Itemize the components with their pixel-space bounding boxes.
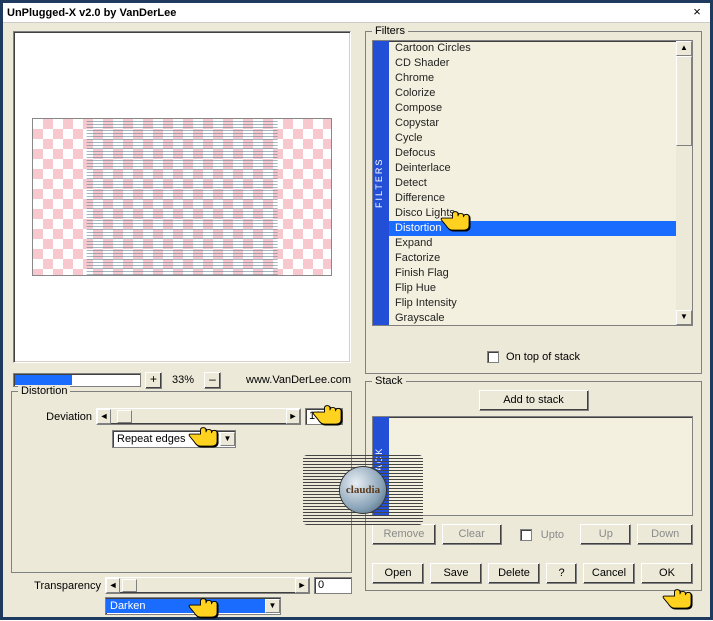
slider-left-icon[interactable]: ◄ xyxy=(97,409,111,424)
chevron-down-icon: ▼ xyxy=(220,432,235,446)
filter-item[interactable]: Finish Flag xyxy=(389,266,676,281)
zoom-percent: 33% xyxy=(166,374,200,386)
filter-item[interactable]: Disco Lights xyxy=(389,206,676,221)
deviation-value[interactable]: 10 xyxy=(305,408,343,425)
blend-mode-select[interactable]: Darken ▼ xyxy=(105,597,281,615)
watermark-text: claudia xyxy=(346,484,380,496)
filter-item[interactable]: Colorize xyxy=(389,86,676,101)
transparency-slider[interactable]: ◄ ► xyxy=(105,577,310,594)
down-button[interactable]: Down xyxy=(637,524,693,545)
vendor-link[interactable]: www.VanDerLee.com xyxy=(246,374,351,386)
titlebar: UnPlugged-X v2.0 by VanDerLee × xyxy=(3,3,710,23)
ok-button[interactable]: OK xyxy=(641,563,693,584)
edge-mode-select[interactable]: Repeat edges ▼ xyxy=(112,430,236,448)
filters-items[interactable]: Cartoon CirclesCD ShaderChromeColorizeCo… xyxy=(389,41,676,325)
add-to-stack-button[interactable]: Add to stack xyxy=(479,390,589,411)
dialog-buttons: Open Save Delete ? Cancel OK xyxy=(372,563,693,584)
filter-item[interactable]: Distortion xyxy=(389,221,676,236)
window: UnPlugged-X v2.0 by VanDerLee × + 33% – … xyxy=(0,0,713,620)
transparency-value[interactable]: 0 xyxy=(314,577,352,594)
slider-right-icon[interactable]: ► xyxy=(295,578,309,593)
preview-area xyxy=(13,31,351,363)
blend-mode-value: Darken xyxy=(106,599,265,613)
deviation-label: Deviation xyxy=(30,411,92,423)
filter-item[interactable]: Difference xyxy=(389,191,676,206)
distortion-overlay xyxy=(87,119,278,275)
stack-group-label: Stack xyxy=(372,375,406,387)
preview-image xyxy=(32,118,332,276)
cancel-button[interactable]: Cancel xyxy=(583,563,635,584)
slider-right-icon[interactable]: ► xyxy=(286,409,300,424)
filter-item[interactable]: Grayscale xyxy=(389,311,676,325)
filter-item[interactable]: Defocus xyxy=(389,146,676,161)
distortion-group-label: Distortion xyxy=(18,385,70,397)
zoom-plus-button[interactable]: + xyxy=(145,372,162,389)
filter-item[interactable]: Expand xyxy=(389,236,676,251)
chevron-down-icon: ▼ xyxy=(265,599,280,613)
filter-item[interactable]: Compose xyxy=(389,101,676,116)
clear-button[interactable]: Clear xyxy=(442,524,502,545)
edge-mode-value: Repeat edges xyxy=(113,432,220,446)
slider-left-icon[interactable]: ◄ xyxy=(106,578,120,593)
on-top-row: On top of stack xyxy=(366,351,701,363)
help-button[interactable]: ? xyxy=(546,563,577,584)
filter-item[interactable]: CD Shader xyxy=(389,56,676,71)
scroll-thumb[interactable] xyxy=(676,56,692,146)
save-button[interactable]: Save xyxy=(430,563,482,584)
filters-side-label: FILTERS xyxy=(373,41,389,325)
upto-label: Upto xyxy=(538,529,574,541)
deviation-slider[interactable]: ◄ ► xyxy=(96,408,301,425)
window-title: UnPlugged-X v2.0 by VanDerLee xyxy=(7,7,688,19)
filter-item[interactable]: Flip Hue xyxy=(389,281,676,296)
on-top-label: On top of stack xyxy=(506,351,580,363)
filter-item[interactable]: Deinterlace xyxy=(389,161,676,176)
filter-item[interactable]: Copystar xyxy=(389,116,676,131)
filter-item[interactable]: Flip Intensity xyxy=(389,296,676,311)
scroll-up-icon[interactable]: ▲ xyxy=(676,41,692,56)
filters-group-label: Filters xyxy=(372,25,408,37)
transparency-label: Transparency xyxy=(11,580,101,592)
distortion-group: Distortion Deviation ◄ ► 10 Repeat edges… xyxy=(11,391,352,573)
filter-item[interactable]: Cycle xyxy=(389,131,676,146)
scroll-down-icon[interactable]: ▼ xyxy=(676,310,692,325)
open-button[interactable]: Open xyxy=(372,563,424,584)
filter-item[interactable]: Detect xyxy=(389,176,676,191)
upto-checkbox[interactable] xyxy=(520,529,532,541)
filter-item[interactable]: Factorize xyxy=(389,251,676,266)
filter-item[interactable]: Chrome xyxy=(389,71,676,86)
up-button[interactable]: Up xyxy=(580,524,631,545)
transparency-row: Transparency ◄ ► 0 Darken ▼ xyxy=(11,577,352,615)
delete-button[interactable]: Delete xyxy=(488,563,540,584)
filter-item[interactable]: Cartoon Circles xyxy=(389,41,676,56)
filters-list[interactable]: FILTERS Cartoon CirclesCD ShaderChromeCo… xyxy=(372,40,693,326)
content: + 33% – www.VanDerLee.com Distortion Dev… xyxy=(3,23,710,617)
filters-group: Filters FILTERS Cartoon CirclesCD Shader… xyxy=(365,31,702,374)
remove-button[interactable]: Remove xyxy=(372,524,436,545)
watermark: claudia xyxy=(303,455,423,525)
scrollbar[interactable]: ▲ ▼ xyxy=(676,41,692,325)
on-top-checkbox[interactable] xyxy=(487,351,499,363)
zoom-minus-button[interactable]: – xyxy=(204,372,221,389)
close-icon[interactable]: × xyxy=(688,5,706,21)
